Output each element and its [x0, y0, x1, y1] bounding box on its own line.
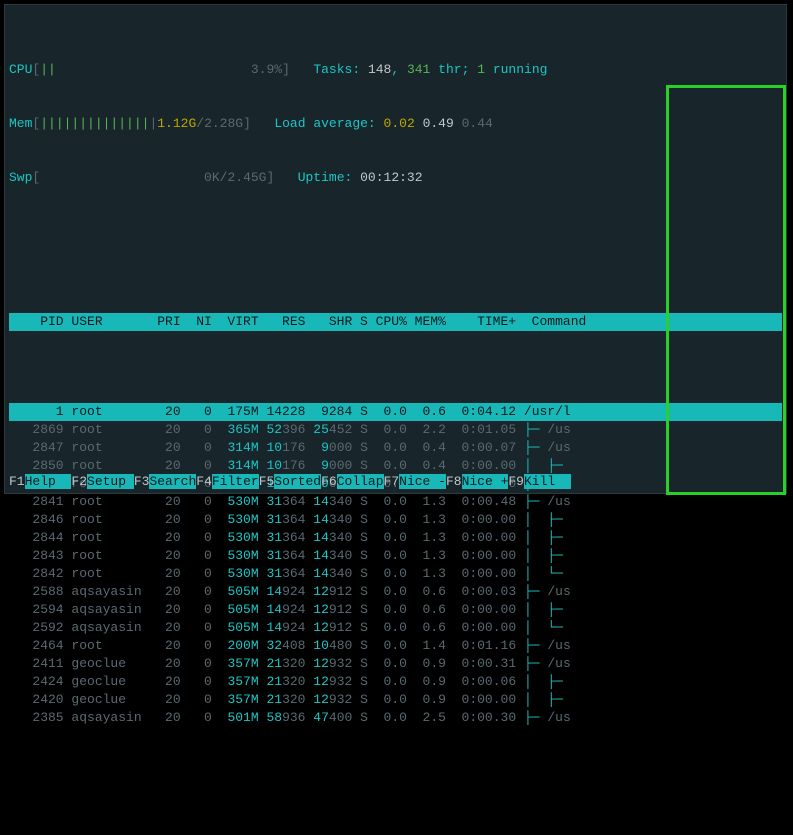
fkey: F9	[508, 474, 524, 489]
fkey: F6	[321, 474, 337, 489]
fkey: F1	[9, 474, 25, 489]
table-row[interactable]: 2594 aqsayasin 20 0 505M 14924 12912 S 0…	[9, 601, 782, 619]
fkey-label[interactable]: Nice -	[399, 474, 446, 489]
table-row[interactable]: 2464 root 20 0 200M 32408 10480 S 0.0 1.…	[9, 637, 782, 655]
fkey-label[interactable]: Help	[25, 474, 72, 489]
fkey-label[interactable]: Nice +	[462, 474, 509, 489]
fkey-label[interactable]: Collap	[337, 474, 384, 489]
table-row[interactable]: 2869 root 20 0 365M 52396 25452 S 0.0 2.…	[9, 421, 782, 439]
table-row[interactable]: 2411 geoclue 20 0 357M 21320 12932 S 0.0…	[9, 655, 782, 673]
process-table[interactable]: 1 root 20 0 175M 14228 9284 S 0.0 0.6 0:…	[9, 403, 782, 727]
table-row[interactable]: 2843 root 20 0 530M 31364 14340 S 0.0 1.…	[9, 547, 782, 565]
table-row[interactable]: 2424 geoclue 20 0 357M 21320 12932 S 0.0…	[9, 673, 782, 691]
function-key-bar[interactable]: F1Help F2Setup F3SearchF4FilterF5SortedF…	[9, 473, 571, 491]
fkey: F3	[134, 474, 150, 489]
fkey-label[interactable]: Sorted	[274, 474, 321, 489]
table-row[interactable]: 2844 root 20 0 530M 31364 14340 S 0.0 1.…	[9, 529, 782, 547]
table-row[interactable]: 1 root 20 0 175M 14228 9284 S 0.0 0.6 0:…	[9, 403, 782, 421]
table-row[interactable]: 2847 root 20 0 314M 10176 9000 S 0.0 0.4…	[9, 439, 782, 457]
table-row[interactable]: 2420 geoclue 20 0 357M 21320 12932 S 0.0…	[9, 691, 782, 709]
table-row[interactable]: 2385 aqsayasin 20 0 501M 58936 47400 S 0…	[9, 709, 782, 727]
table-row[interactable]: 2588 aqsayasin 20 0 505M 14924 12912 S 0…	[9, 583, 782, 601]
blank-line	[9, 223, 782, 241]
table-row[interactable]: 2846 root 20 0 530M 31364 14340 S 0.0 1.…	[9, 511, 782, 529]
fkey: F4	[196, 474, 212, 489]
fkey-label[interactable]: Setup	[87, 474, 134, 489]
fkey-label[interactable]: Filter	[212, 474, 259, 489]
table-row[interactable]: 2592 aqsayasin 20 0 505M 14924 12912 S 0…	[9, 619, 782, 637]
fkey: F8	[446, 474, 462, 489]
swp-meter: Swp[ 0K/2.45G] Uptime: 00:12:32	[9, 169, 782, 187]
fkey: F7	[384, 474, 400, 489]
fkey-label[interactable]: Search	[149, 474, 196, 489]
mem-meter: Mem[|||||||||||||||1.12G/2.28G] Load ave…	[9, 115, 782, 133]
fkey: F2	[71, 474, 87, 489]
terminal: CPU[|| 3.9%] Tasks: 148, 341 thr; 1 runn…	[4, 4, 787, 494]
fkey-label[interactable]: Kill	[524, 474, 571, 489]
table-row[interactable]: 2841 root 20 0 530M 31364 14340 S 0.0 1.…	[9, 493, 782, 511]
column-header[interactable]: PID USER PRI NI VIRT RES SHR S CPU% MEM%…	[9, 313, 782, 331]
fkey: F5	[259, 474, 275, 489]
table-row[interactable]: 2842 root 20 0 530M 31364 14340 S 0.0 1.…	[9, 565, 782, 583]
cpu-meter: CPU[|| 3.9%] Tasks: 148, 341 thr; 1 runn…	[9, 61, 782, 79]
